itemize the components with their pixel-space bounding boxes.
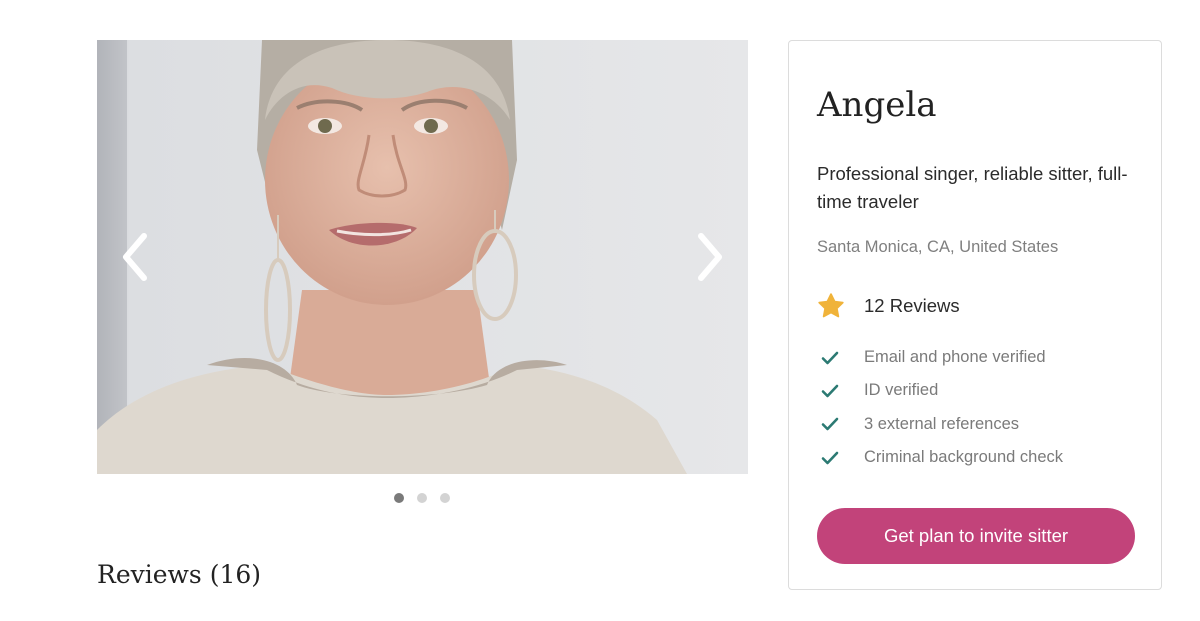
star-icon [818,293,844,318]
carousel-dot[interactable] [394,493,404,503]
verification-label: 3 external references [864,414,1020,433]
carousel-dot[interactable] [440,493,450,503]
sitter-location: Santa Monica, CA, United States [817,238,1059,256]
carousel-dot[interactable] [417,493,427,503]
verification-item: Email and phone verified [821,341,1063,374]
chevron-right-icon [698,233,722,281]
check-icon [821,417,839,431]
sitter-tagline: Professional singer, reliable sitter, fu… [817,163,1128,212]
chevron-left-icon [123,233,147,281]
carousel-next-button[interactable] [686,225,734,289]
check-icon [821,384,839,398]
profile-card: Angela Professional singer, reliable sit… [788,40,1162,590]
carousel-pagination [394,493,450,503]
sitter-profile-page: Reviews (16) Angela Professional singer,… [0,0,1200,621]
verification-item: Criminal background check [821,441,1063,474]
reviews-count: 12 Reviews [864,295,960,316]
check-icon [821,351,839,364]
profile-photo [97,40,748,474]
verification-item: 3 external references [821,408,1063,441]
verification-label: Criminal background check [864,448,1064,467]
sitter-name: Angela [817,85,937,125]
verification-list: Email and phone verified ID verified 3 ext… [821,341,1063,474]
verification-item: ID verified [821,374,1063,407]
verification-label: Email and phone verified [864,348,1046,367]
photo-carousel[interactable] [97,40,748,474]
reviews-heading: Reviews (16) [97,560,262,589]
verification-label: ID verified [864,381,939,400]
get-plan-button[interactable]: Get plan to invite sitter [817,508,1135,564]
reviews-link[interactable]: 12 Reviews [817,292,960,320]
check-icon [821,451,839,464]
carousel-prev-button[interactable] [111,225,159,289]
